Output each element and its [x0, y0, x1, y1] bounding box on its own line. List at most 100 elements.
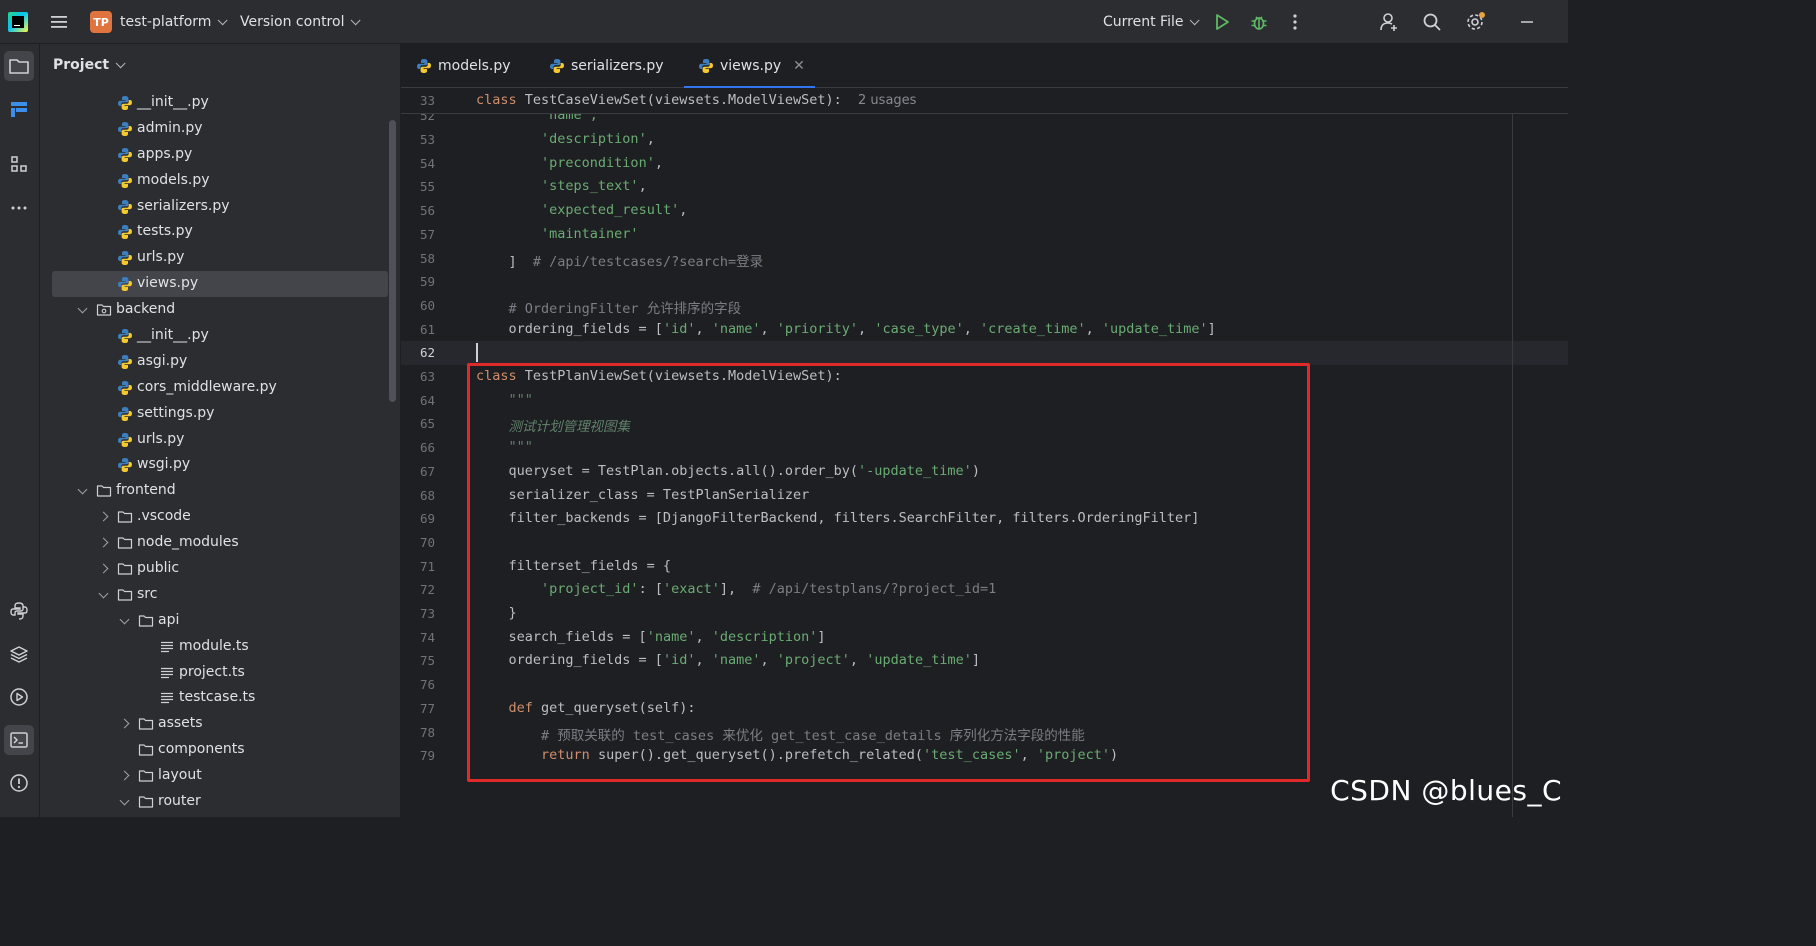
layers-icon[interactable] [4, 639, 34, 669]
run-configuration-selector[interactable]: Current File [1103, 0, 1201, 44]
tree-item-module-ts[interactable]: module.ts [40, 634, 400, 660]
code-line[interactable]: ] # /api/testcases/?search=登录 [476, 250, 764, 270]
tree-item-urls-py[interactable]: urls.py [40, 245, 400, 271]
chevron-down-icon[interactable] [77, 303, 88, 314]
problems-icon[interactable] [4, 768, 34, 798]
tree-item-settings-py[interactable]: settings.py [40, 401, 400, 427]
tree-item-frontend[interactable]: frontend [40, 478, 400, 504]
tree-item-vscode[interactable]: .vscode [40, 504, 400, 530]
tree-item-admin-py[interactable]: admin.py [40, 116, 400, 142]
chevron-down-icon[interactable] [119, 614, 130, 625]
code-line[interactable]: 'description', [476, 131, 655, 147]
code-line[interactable]: """ [476, 392, 533, 408]
tab-serializers-py[interactable]: serializers.py [549, 44, 664, 88]
tree-item-router[interactable]: router [40, 789, 400, 815]
main-menu-icon[interactable] [48, 11, 70, 33]
code-line[interactable]: class TestPlanViewSet(viewsets.ModelView… [476, 368, 842, 384]
code-line[interactable]: 测试计划管理视图集 [476, 415, 631, 435]
project-name: test-platform [120, 14, 212, 30]
code-text: , [760, 652, 777, 669]
settings-gear-icon[interactable] [1464, 11, 1486, 33]
more-actions-icon[interactable] [1284, 11, 1306, 33]
code-line[interactable]: serializer_class = TestPlanSerializer [476, 487, 810, 503]
tree-item-apps-py[interactable]: apps.py [40, 142, 400, 168]
plugins-icon[interactable] [4, 149, 34, 179]
tree-item-urls-py[interactable]: urls.py [40, 427, 400, 453]
code-line[interactable]: class TestCaseViewSet(viewsets.ModelView… [476, 92, 916, 108]
tree-item-serializers-py[interactable]: serializers.py [40, 194, 400, 220]
tree-item-wsgi-py[interactable]: wsgi.py [40, 452, 400, 478]
code-line[interactable]: 'steps_text', [476, 178, 647, 194]
tree-item-tests-py[interactable]: tests.py [40, 219, 400, 245]
tree-item-layout[interactable]: layout [40, 763, 400, 789]
code-line[interactable]: 'project_id': ['exact'], # /api/testplan… [476, 581, 996, 597]
structure-icon[interactable] [4, 94, 34, 124]
tree-item-label: urls.py [137, 249, 185, 266]
tree-item-components[interactable]: components [40, 737, 400, 763]
tab-models-py[interactable]: models.py [416, 44, 511, 88]
tree-item-assets[interactable]: assets [40, 711, 400, 737]
tool-window-bar [0, 44, 40, 817]
tree-item-public[interactable]: public [40, 556, 400, 582]
tab-views-py[interactable]: views.py ✕ [684, 44, 815, 89]
code-text: , [695, 628, 712, 645]
line-number: 54 [419, 155, 435, 171]
code-line[interactable]: def get_queryset(self): [476, 700, 696, 716]
version-control-menu[interactable]: Version control [240, 0, 362, 44]
tree-item-cors-middleware-py[interactable]: cors_middleware.py [40, 375, 400, 401]
code-line[interactable]: filter_backends = [DjangoFilterBackend, … [476, 510, 1200, 526]
tree-item-init-py[interactable]: __init__.py [40, 323, 400, 349]
debug-icon[interactable] [1248, 11, 1270, 33]
code-line[interactable]: 'expected_result', [476, 202, 687, 218]
tree-item-testcase-ts[interactable]: testcase.ts [40, 685, 400, 711]
code-line[interactable]: 'precondition', [476, 155, 663, 171]
project-folder-icon[interactable] [4, 51, 34, 81]
tree-item-backend[interactable]: backend [40, 297, 400, 323]
project-tree-scrollbar[interactable] [389, 120, 396, 402]
chevron-right-icon[interactable] [98, 563, 109, 574]
chevron-right-icon[interactable] [119, 718, 130, 729]
code-line[interactable]: } [476, 605, 517, 621]
usages-hint[interactable]: 2 usages [858, 93, 916, 108]
services-run-icon[interactable] [4, 682, 34, 712]
code-line[interactable]: # 预取关联的 test_cases 来优化 get_test_case_det… [476, 724, 1085, 744]
code-editor[interactable]: 33 class TestCaseViewSet(viewsets.ModelVi… [401, 88, 1568, 817]
chevron-down-icon[interactable] [119, 795, 130, 806]
code-line[interactable]: """ [476, 439, 533, 455]
minimize-icon[interactable] [1516, 11, 1538, 33]
terminal-icon[interactable] [4, 725, 34, 755]
python-console-icon[interactable] [4, 596, 34, 626]
tree-item-init-py[interactable]: __init__.py [40, 90, 400, 116]
chevron-right-icon[interactable] [98, 537, 109, 548]
code-line[interactable]: search_fields = ['name', 'description'] [476, 629, 826, 645]
close-tab-icon[interactable]: ✕ [793, 58, 805, 74]
add-user-icon[interactable] [1378, 11, 1400, 33]
code-line[interactable]: return super().get_queryset().prefetch_r… [476, 747, 1118, 763]
run-icon[interactable] [1211, 11, 1233, 33]
code-line[interactable]: 'maintainer' [476, 226, 639, 242]
tree-item-api[interactable]: api [40, 608, 400, 634]
code-line[interactable]: # OrderingFilter 允许排序的字段 [476, 297, 742, 317]
pycharm-logo-icon[interactable] [8, 12, 28, 32]
project-panel-title[interactable]: Project [53, 57, 126, 73]
code-line[interactable]: ordering_fields = ['id', 'name', 'priori… [476, 321, 1216, 337]
more-tools-icon[interactable] [4, 193, 34, 223]
chevron-down-icon[interactable] [98, 588, 109, 599]
chevron-down-icon[interactable] [77, 484, 88, 495]
project-selector[interactable]: TP test-platform [90, 0, 229, 44]
sticky-header-line[interactable]: 33 class TestCaseViewSet(viewsets.ModelVi… [401, 88, 1568, 114]
tree-item-models-py[interactable]: models.py [40, 168, 400, 194]
code-line[interactable]: filterset_fields = { [476, 558, 672, 574]
code-line[interactable]: queryset = TestPlan.objects.all().order_… [476, 463, 980, 479]
chevron-right-icon[interactable] [98, 511, 109, 522]
code-line[interactable]: ordering_fields = ['id', 'name', 'projec… [476, 652, 981, 669]
tree-item-src[interactable]: src [40, 582, 400, 608]
code-string: 'expected_result' [541, 202, 680, 219]
tree-item-project-ts[interactable]: project.ts [40, 660, 400, 686]
tree-item-node-modules[interactable]: node_modules [40, 530, 400, 556]
chevron-right-icon[interactable] [119, 770, 130, 781]
search-icon[interactable] [1421, 11, 1443, 33]
tree-item-views-py[interactable]: views.py [52, 271, 388, 298]
tree-item-asgi-py[interactable]: asgi.py [40, 349, 400, 375]
